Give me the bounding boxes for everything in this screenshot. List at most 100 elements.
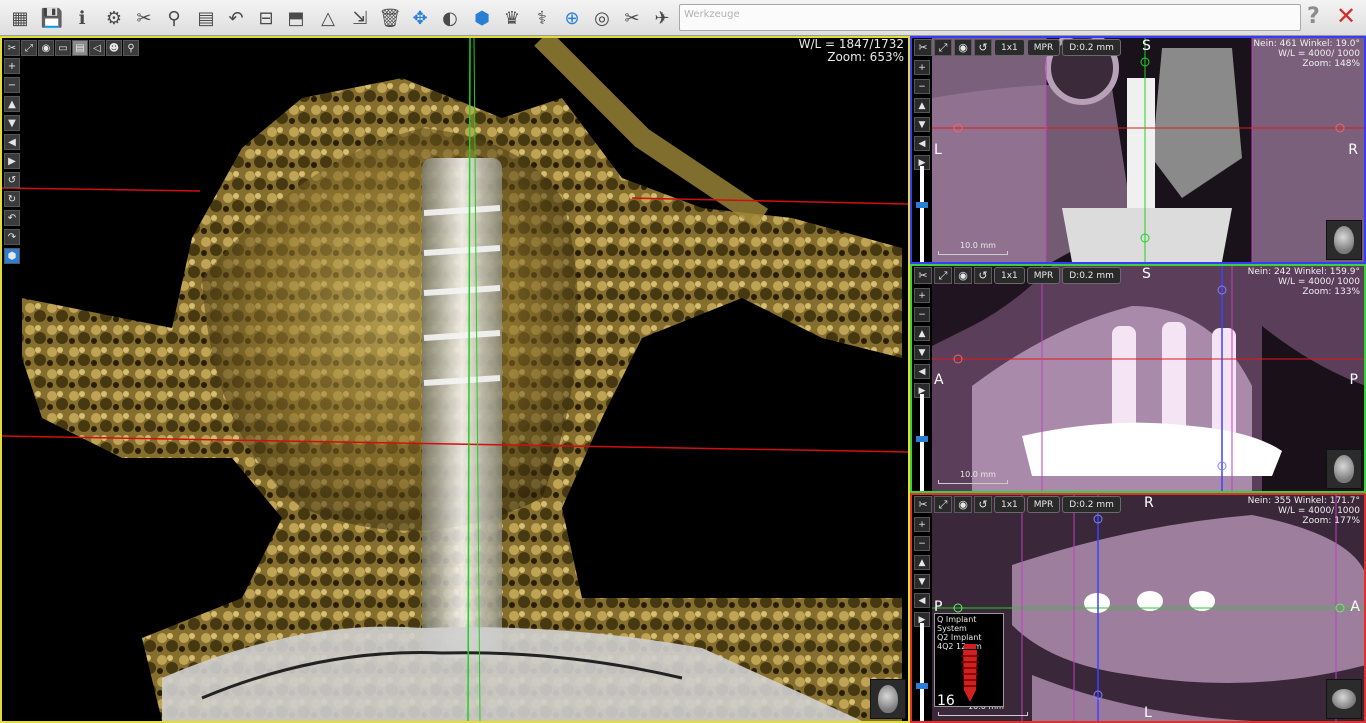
print-icon[interactable]: ▭ [55, 40, 71, 56]
fullscreen-icon[interactable]: ⤢ [934, 496, 952, 513]
arrow-up-icon[interactable]: ▲ [914, 555, 930, 570]
tools-icon[interactable]: ✂ [914, 496, 932, 513]
crosshair-icon[interactable]: ⊕ [558, 3, 586, 33]
export-icon[interactable]: ⇲ [346, 3, 374, 33]
orient-right-label: P [1349, 372, 1358, 388]
help-button[interactable]: ? [1307, 4, 1320, 29]
tools-icon[interactable]: ✂ [130, 3, 158, 33]
coronal-viewport[interactable]: ✂ ⤢ ◉ ↺ 1x1 MPR D:0.2 mm + − ▲ ▼ ◀ ▶ Nei… [910, 493, 1366, 723]
save-icon[interactable]: 💾 [38, 3, 66, 33]
arrow-down-icon[interactable]: ▼ [4, 115, 20, 131]
slice-icon[interactable]: ▤ [72, 40, 88, 56]
rotate-left-icon[interactable]: ↺ [4, 172, 20, 188]
zoom-in-icon[interactable]: + [914, 517, 930, 532]
settings-icon[interactable]: ⚙ [100, 3, 128, 33]
volume-3d-viewport[interactable]: ✂ ⤢ ◉ ▭ ▤ ◁ ☻ ⚲ + − ▲ ▼ ◀ ▶ ↺ ↻ ↶ ↷ ⬢ W/… [0, 36, 910, 723]
slice-thickness-button[interactable]: D:0.2 mm [1062, 267, 1121, 284]
camera-icon[interactable]: ◉ [38, 40, 54, 56]
tools-icon[interactable]: ✂ [4, 40, 20, 56]
orientation-head-icon[interactable] [870, 679, 906, 719]
implant-icon[interactable]: ⚲ [160, 3, 188, 33]
arrow-up-icon[interactable]: ▲ [914, 326, 930, 341]
arrow-left-icon[interactable]: ◀ [914, 593, 930, 608]
tools-icon[interactable]: ✂ [914, 267, 932, 284]
head-icon[interactable]: ☻ [106, 40, 122, 56]
implant-info-card[interactable]: Q Implant System Q2 Implant 4Q2 12mm 16 [934, 613, 1004, 708]
zoom-in-icon[interactable]: + [914, 60, 930, 75]
tilt-left-icon[interactable]: ↶ [4, 210, 20, 226]
dental-arch-icon[interactable]: ♛ [498, 3, 526, 33]
layout-icon[interactable]: ▦ [6, 3, 34, 33]
orientation-skull-icon[interactable] [1326, 679, 1362, 719]
arrow-down-icon[interactable]: ▼ [914, 574, 930, 589]
sagittal-implant-2 [1162, 322, 1186, 440]
sagittal-viewport[interactable]: ✂ ⤢ ◉ ↺ 1x1 MPR D:0.2 mm + − ▲ ▼ ◀ ▶ Nei… [910, 264, 1366, 493]
reset-icon[interactable]: ↺ [974, 496, 992, 513]
layout-1x1-button[interactable]: 1x1 [994, 496, 1025, 513]
implant-icon[interactable]: ⚲ [123, 40, 139, 56]
mpr-button[interactable]: MPR [1026, 496, 1061, 513]
camera-icon[interactable]: ◉ [954, 267, 972, 284]
arrow-up-icon[interactable]: ▲ [914, 98, 930, 113]
axial-viewport[interactable]: ✂ ⤢ ◉ ↺ 1x1 MPR D:0.2 mm + − ▲ ▼ ◀ ▶ Nei… [910, 36, 1366, 264]
close-button[interactable]: ✕ [1336, 2, 1356, 30]
contrast-icon[interactable]: ◐ [436, 3, 464, 33]
axial-slice-slider[interactable] [916, 166, 928, 262]
orient-top-label: S [1142, 38, 1151, 54]
camera-icon[interactable]: ◉ [954, 39, 972, 56]
slice-thickness-button[interactable]: D:0.2 mm [1062, 39, 1121, 56]
zoom-out-icon[interactable]: − [914, 536, 930, 551]
arrow-right-icon[interactable]: ▶ [4, 153, 20, 169]
arrow-left-icon[interactable]: ◀ [914, 136, 930, 151]
tools-icon[interactable]: ✂ [914, 39, 932, 56]
zoom-in-icon[interactable]: + [4, 58, 20, 74]
coronal-slice-slider[interactable] [916, 623, 928, 721]
fullscreen-icon[interactable]: ⤢ [21, 40, 37, 56]
orientation-head-icon[interactable] [1326, 449, 1362, 489]
volume-icon[interactable]: ⬢ [468, 3, 496, 33]
layout-1x1-button[interactable]: 1x1 [994, 39, 1025, 56]
slice-thickness-button[interactable]: D:0.2 mm [1062, 496, 1121, 513]
zoom-out-icon[interactable]: − [914, 307, 930, 322]
axial-info: Nein: 461 Winkel: 19.0° W/L = 4000/ 1000… [1253, 39, 1360, 69]
delete-icon[interactable]: 🗑 [376, 3, 404, 33]
measure-icon[interactable]: △ [314, 3, 342, 33]
reset-icon[interactable]: ↺ [974, 267, 992, 284]
tools-search-input[interactable]: Werkzeuge [679, 4, 1301, 31]
fullscreen-icon[interactable]: ⤢ [934, 267, 952, 284]
airway-icon[interactable]: ✈ [648, 3, 676, 33]
camera-icon[interactable]: ◉ [954, 496, 972, 513]
coronal-toolbar: ✂ ⤢ ◉ ↺ 1x1 MPR D:0.2 mm [914, 496, 1121, 514]
screen-icon[interactable]: ⬒ [282, 3, 310, 33]
arrow-up-icon[interactable]: ▲ [4, 96, 20, 112]
cut-icon[interactable]: ✂ [618, 3, 646, 33]
zoom-out-icon[interactable]: − [914, 79, 930, 94]
orientation-head-icon[interactable] [1326, 220, 1362, 260]
mpr-button[interactable]: MPR [1026, 267, 1061, 284]
layout-1x1-button[interactable]: 1x1 [994, 267, 1025, 284]
implant-screw-icon [961, 644, 979, 702]
info-icon[interactable]: ℹ [68, 3, 96, 33]
undo-icon[interactable]: ↶ [222, 3, 250, 33]
scan-icon[interactable]: ◎ [588, 3, 616, 33]
zoom-out-icon[interactable]: − [4, 77, 20, 93]
clip-icon[interactable]: ◁ [89, 40, 105, 56]
sagittal-slice-slider[interactable] [916, 394, 928, 491]
reset-icon[interactable]: ↺ [974, 39, 992, 56]
arrow-down-icon[interactable]: ▼ [914, 345, 930, 360]
nerve-icon[interactable]: ⚕ [528, 3, 556, 33]
rotate-right-icon[interactable]: ↻ [4, 191, 20, 207]
mpr-button[interactable]: MPR [1026, 39, 1061, 56]
slice-info: Nein: 355 Winkel: 171.7° [1247, 496, 1360, 506]
axis-icon[interactable]: ✥ [406, 3, 434, 33]
arrow-left-icon[interactable]: ◀ [4, 134, 20, 150]
tilt-right-icon[interactable]: ↷ [4, 229, 20, 245]
scale-label: 10.0 mm [960, 241, 996, 250]
report-icon[interactable]: ▤ [192, 3, 220, 33]
fullscreen-icon[interactable]: ⤢ [934, 39, 952, 56]
arrow-down-icon[interactable]: ▼ [914, 117, 930, 132]
arrow-left-icon[interactable]: ◀ [914, 364, 930, 379]
zoom-in-icon[interactable]: + [914, 288, 930, 303]
volume-icon[interactable]: ⬢ [4, 248, 20, 264]
panorama-icon[interactable]: ⊟ [252, 3, 280, 33]
